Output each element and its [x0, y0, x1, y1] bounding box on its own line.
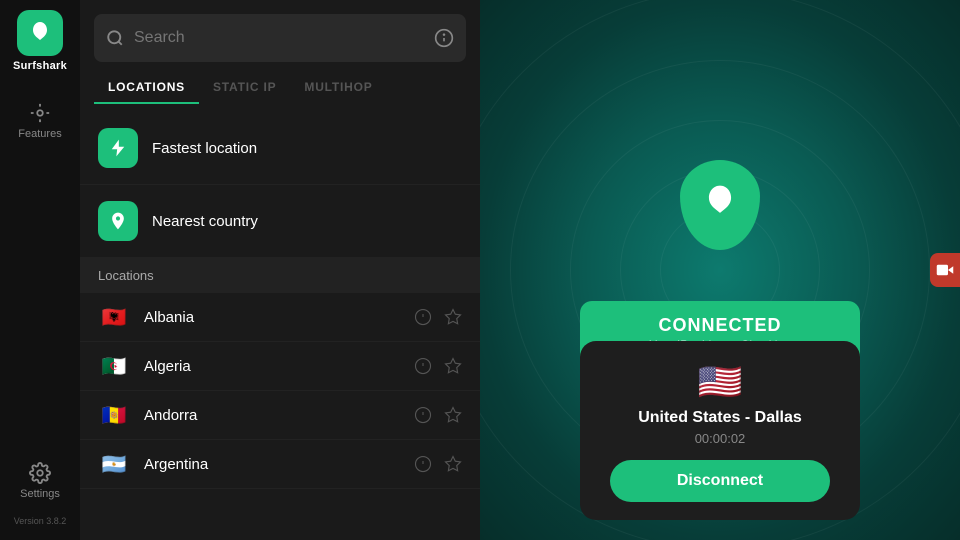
list-item[interactable]: 🇦🇷 Argentina [80, 440, 480, 489]
list-item[interactable]: 🇩🇿 Algeria [80, 342, 480, 391]
algeria-flag: 🇩🇿 [98, 355, 130, 377]
sidebar-nav: Features [6, 92, 74, 452]
sidebar-bottom: Settings Version 3.8.2 [6, 452, 74, 526]
albania-favorite-btn[interactable] [444, 308, 462, 326]
albania-actions [414, 308, 462, 326]
disconnect-button[interactable]: Disconnect [610, 460, 830, 502]
fastest-location-item[interactable]: Fastest location [80, 112, 480, 185]
albania-name: Albania [144, 309, 414, 326]
argentina-actions [414, 455, 462, 473]
connected-country-name: United States - Dallas [610, 409, 830, 427]
tab-static-ip[interactable]: STATIC IP [199, 72, 290, 104]
andorra-actions [414, 406, 462, 424]
sidebar: Surfshark Features Settings Version 3.8.… [0, 0, 80, 540]
list-item[interactable]: 🇦🇩 Andorra [80, 391, 480, 440]
info-card: 🇺🇸 United States - Dallas 00:00:02 Disco… [580, 341, 860, 520]
andorra-favorite-btn[interactable] [444, 406, 462, 424]
sidebar-settings-label: Settings [20, 488, 60, 500]
algeria-connect-btn[interactable] [414, 357, 432, 375]
connected-country-flag: 🇺🇸 [610, 361, 830, 403]
surfshark-logo-icon [17, 10, 63, 56]
albania-flag: 🇦🇱 [98, 306, 130, 328]
fastest-icon [98, 128, 138, 168]
sidebar-app-name: Surfshark [13, 60, 67, 72]
connected-status: CONNECTED [640, 315, 800, 336]
sidebar-features-label: Features [18, 128, 61, 140]
argentina-flag: 🇦🇷 [98, 453, 130, 475]
nearest-icon [98, 201, 138, 241]
sidebar-logo: Surfshark [13, 10, 67, 72]
camera-icon[interactable] [930, 253, 960, 287]
andorra-name: Andorra [144, 407, 414, 424]
argentina-favorite-btn[interactable] [444, 455, 462, 473]
nearest-country-label: Nearest country [152, 213, 258, 230]
albania-connect-btn[interactable] [414, 308, 432, 326]
sidebar-item-features[interactable]: Features [6, 92, 74, 150]
tabs: LOCATIONS STATIC IP MULTIHOP [80, 72, 480, 104]
info-icon[interactable] [434, 28, 454, 48]
algeria-name: Algeria [144, 358, 414, 375]
argentina-name: Argentina [144, 456, 414, 473]
andorra-connect-btn[interactable] [414, 406, 432, 424]
andorra-flag: 🇦🇩 [98, 404, 130, 426]
search-bar [94, 14, 466, 62]
location-list: 🇦🇱 Albania 🇩🇿 Algeria [80, 293, 480, 540]
locations-section-header: Locations [80, 258, 480, 293]
tab-multihop[interactable]: MULTIHOP [290, 72, 386, 104]
right-panel: CONNECTED Your IP address: Checking your… [480, 0, 960, 540]
tab-locations[interactable]: LOCATIONS [94, 72, 199, 104]
main-panel: LOCATIONS STATIC IP MULTIHOP Fastest loc… [80, 0, 480, 540]
algeria-favorite-btn[interactable] [444, 357, 462, 375]
search-input[interactable] [134, 29, 424, 47]
algeria-actions [414, 357, 462, 375]
version-label: Version 3.8.2 [14, 516, 67, 526]
argentina-connect-btn[interactable] [414, 455, 432, 473]
sidebar-item-settings[interactable]: Settings [6, 452, 74, 510]
list-item[interactable]: 🇦🇱 Albania [80, 293, 480, 342]
connection-timer: 00:00:02 [610, 431, 830, 446]
search-icon [106, 29, 124, 47]
fastest-location-label: Fastest location [152, 140, 257, 157]
nearest-country-item[interactable]: Nearest country [80, 185, 480, 258]
